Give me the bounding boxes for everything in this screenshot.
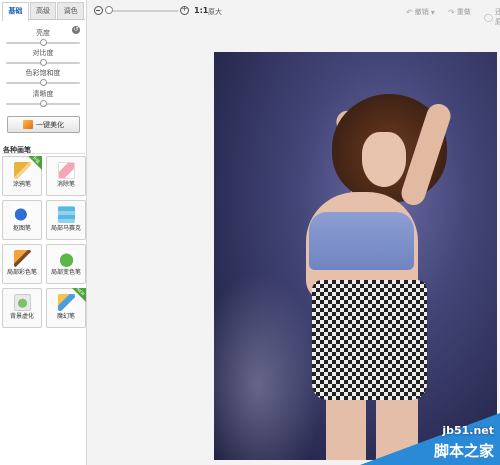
- restore-button[interactable]: ◯ 还原: [484, 7, 500, 27]
- saturation-knob[interactable]: [40, 79, 47, 86]
- cutout-pen-icon: [13, 206, 31, 223]
- contrast-knob[interactable]: [40, 59, 47, 66]
- upgrade-badge: 升级: [28, 155, 42, 170]
- tool-cutout-pen[interactable]: 抠图笔: [2, 200, 42, 240]
- sharpness-track[interactable]: [6, 100, 80, 107]
- brush-grid: 涂鸦笔 升级 消除笔 抠图笔 局部马赛克 局部彩色笔 局部变色笔 背景虚化 魔幻…: [2, 155, 86, 328]
- restore-icon: ◯: [484, 12, 493, 22]
- new-badge: NEW: [72, 286, 86, 302]
- top-toolbar: 1:1 原大 ↶ 撤销 ▾ ↷ 重做 ◯ 还原: [88, 0, 500, 26]
- brightness-track[interactable]: [6, 39, 80, 46]
- photo-face: [362, 132, 406, 187]
- saturation-label: 色彩饱和度: [25, 69, 61, 77]
- tool-local-color-pen[interactable]: 局部彩色笔: [2, 244, 42, 284]
- contrast-label: 对比度: [32, 49, 54, 57]
- sharpness-slider: 清晰度: [6, 90, 80, 107]
- mosaic-icon: [57, 206, 75, 223]
- left-panel: 基础 高级 调色 ↺ 亮度 对比度 色彩饱和度 清晰度 一键美化 各种画笔 涂鸦…: [0, 0, 87, 465]
- zoom-knob[interactable]: [105, 6, 113, 14]
- tool-label: 局部变色笔: [50, 269, 81, 276]
- section-divider: [2, 153, 85, 154]
- tool-local-recolor-pen[interactable]: 局部变色笔: [46, 244, 86, 284]
- tool-label: 魔幻笔: [56, 313, 75, 320]
- tool-magic-pen[interactable]: 魔幻笔 NEW: [46, 286, 86, 328]
- tool-local-mosaic[interactable]: 局部马赛克: [46, 200, 86, 240]
- saturation-track[interactable]: [6, 79, 80, 86]
- tool-doodle-pen[interactable]: 涂鸦笔 升级: [2, 155, 42, 196]
- brightness-slider: 亮度: [6, 29, 80, 46]
- photo-checkered-shorts: [312, 280, 427, 400]
- tool-label: 背景虚化: [9, 313, 34, 320]
- restore-label: 还原: [494, 8, 500, 26]
- background-smoke: [214, 272, 324, 460]
- redo-button[interactable]: ↷ 重做: [448, 7, 471, 17]
- saturation-slider: 色彩饱和度: [6, 69, 80, 86]
- tab-advanced[interactable]: 高级: [29, 2, 57, 19]
- tool-label: 抠图笔: [12, 225, 31, 232]
- one-click-beautify-button[interactable]: 一键美化: [7, 116, 80, 133]
- tab-color[interactable]: 调色: [57, 2, 85, 19]
- ratio-1-1-button[interactable]: 1:1: [194, 6, 208, 15]
- blur-icon: [13, 294, 31, 311]
- zoom-in-icon[interactable]: [180, 4, 189, 15]
- sharpness-label: 清晰度: [32, 90, 54, 98]
- chevron-down-icon: ▾: [430, 7, 435, 17]
- eraser-icon: [57, 162, 75, 179]
- tab-bar: 基础 高级 调色: [2, 2, 85, 21]
- tool-label: 局部彩色笔: [6, 269, 37, 276]
- redo-icon: ↷: [448, 7, 455, 17]
- brightness-label: 亮度: [36, 29, 50, 37]
- tool-label: 局部马赛克: [50, 225, 81, 232]
- original-size-button[interactable]: 原大: [208, 7, 222, 17]
- undo-icon: ↶: [406, 7, 413, 17]
- beautify-icon: [23, 120, 33, 129]
- sharpness-knob[interactable]: [40, 100, 47, 107]
- paint-bucket-icon: [57, 250, 75, 267]
- watermark-url: jb51.net: [442, 424, 494, 437]
- brightness-knob[interactable]: [40, 39, 47, 46]
- contrast-track[interactable]: [6, 59, 80, 66]
- tool-background-blur[interactable]: 背景虚化: [2, 288, 42, 328]
- tab-basic[interactable]: 基础: [2, 2, 29, 21]
- redo-label: 重做: [456, 8, 471, 16]
- tool-label: 消除笔: [56, 181, 75, 188]
- zoom-out-icon[interactable]: [94, 6, 103, 15]
- site-watermark: jb51.net 脚本之家: [360, 390, 500, 465]
- watermark-name: 脚本之家: [433, 442, 494, 460]
- contrast-slider: 对比度: [6, 49, 80, 66]
- color-pen-icon: [13, 250, 31, 267]
- undo-label: 撤销: [414, 8, 429, 16]
- tool-eraser-pen[interactable]: 消除笔: [46, 156, 86, 196]
- beautify-label: 一键美化: [36, 120, 64, 129]
- tool-label: 涂鸦笔: [12, 181, 31, 188]
- zoom-slider[interactable]: [106, 10, 178, 12]
- photo-denim-top: [309, 212, 414, 270]
- undo-button[interactable]: ↶ 撤销 ▾: [406, 7, 435, 17]
